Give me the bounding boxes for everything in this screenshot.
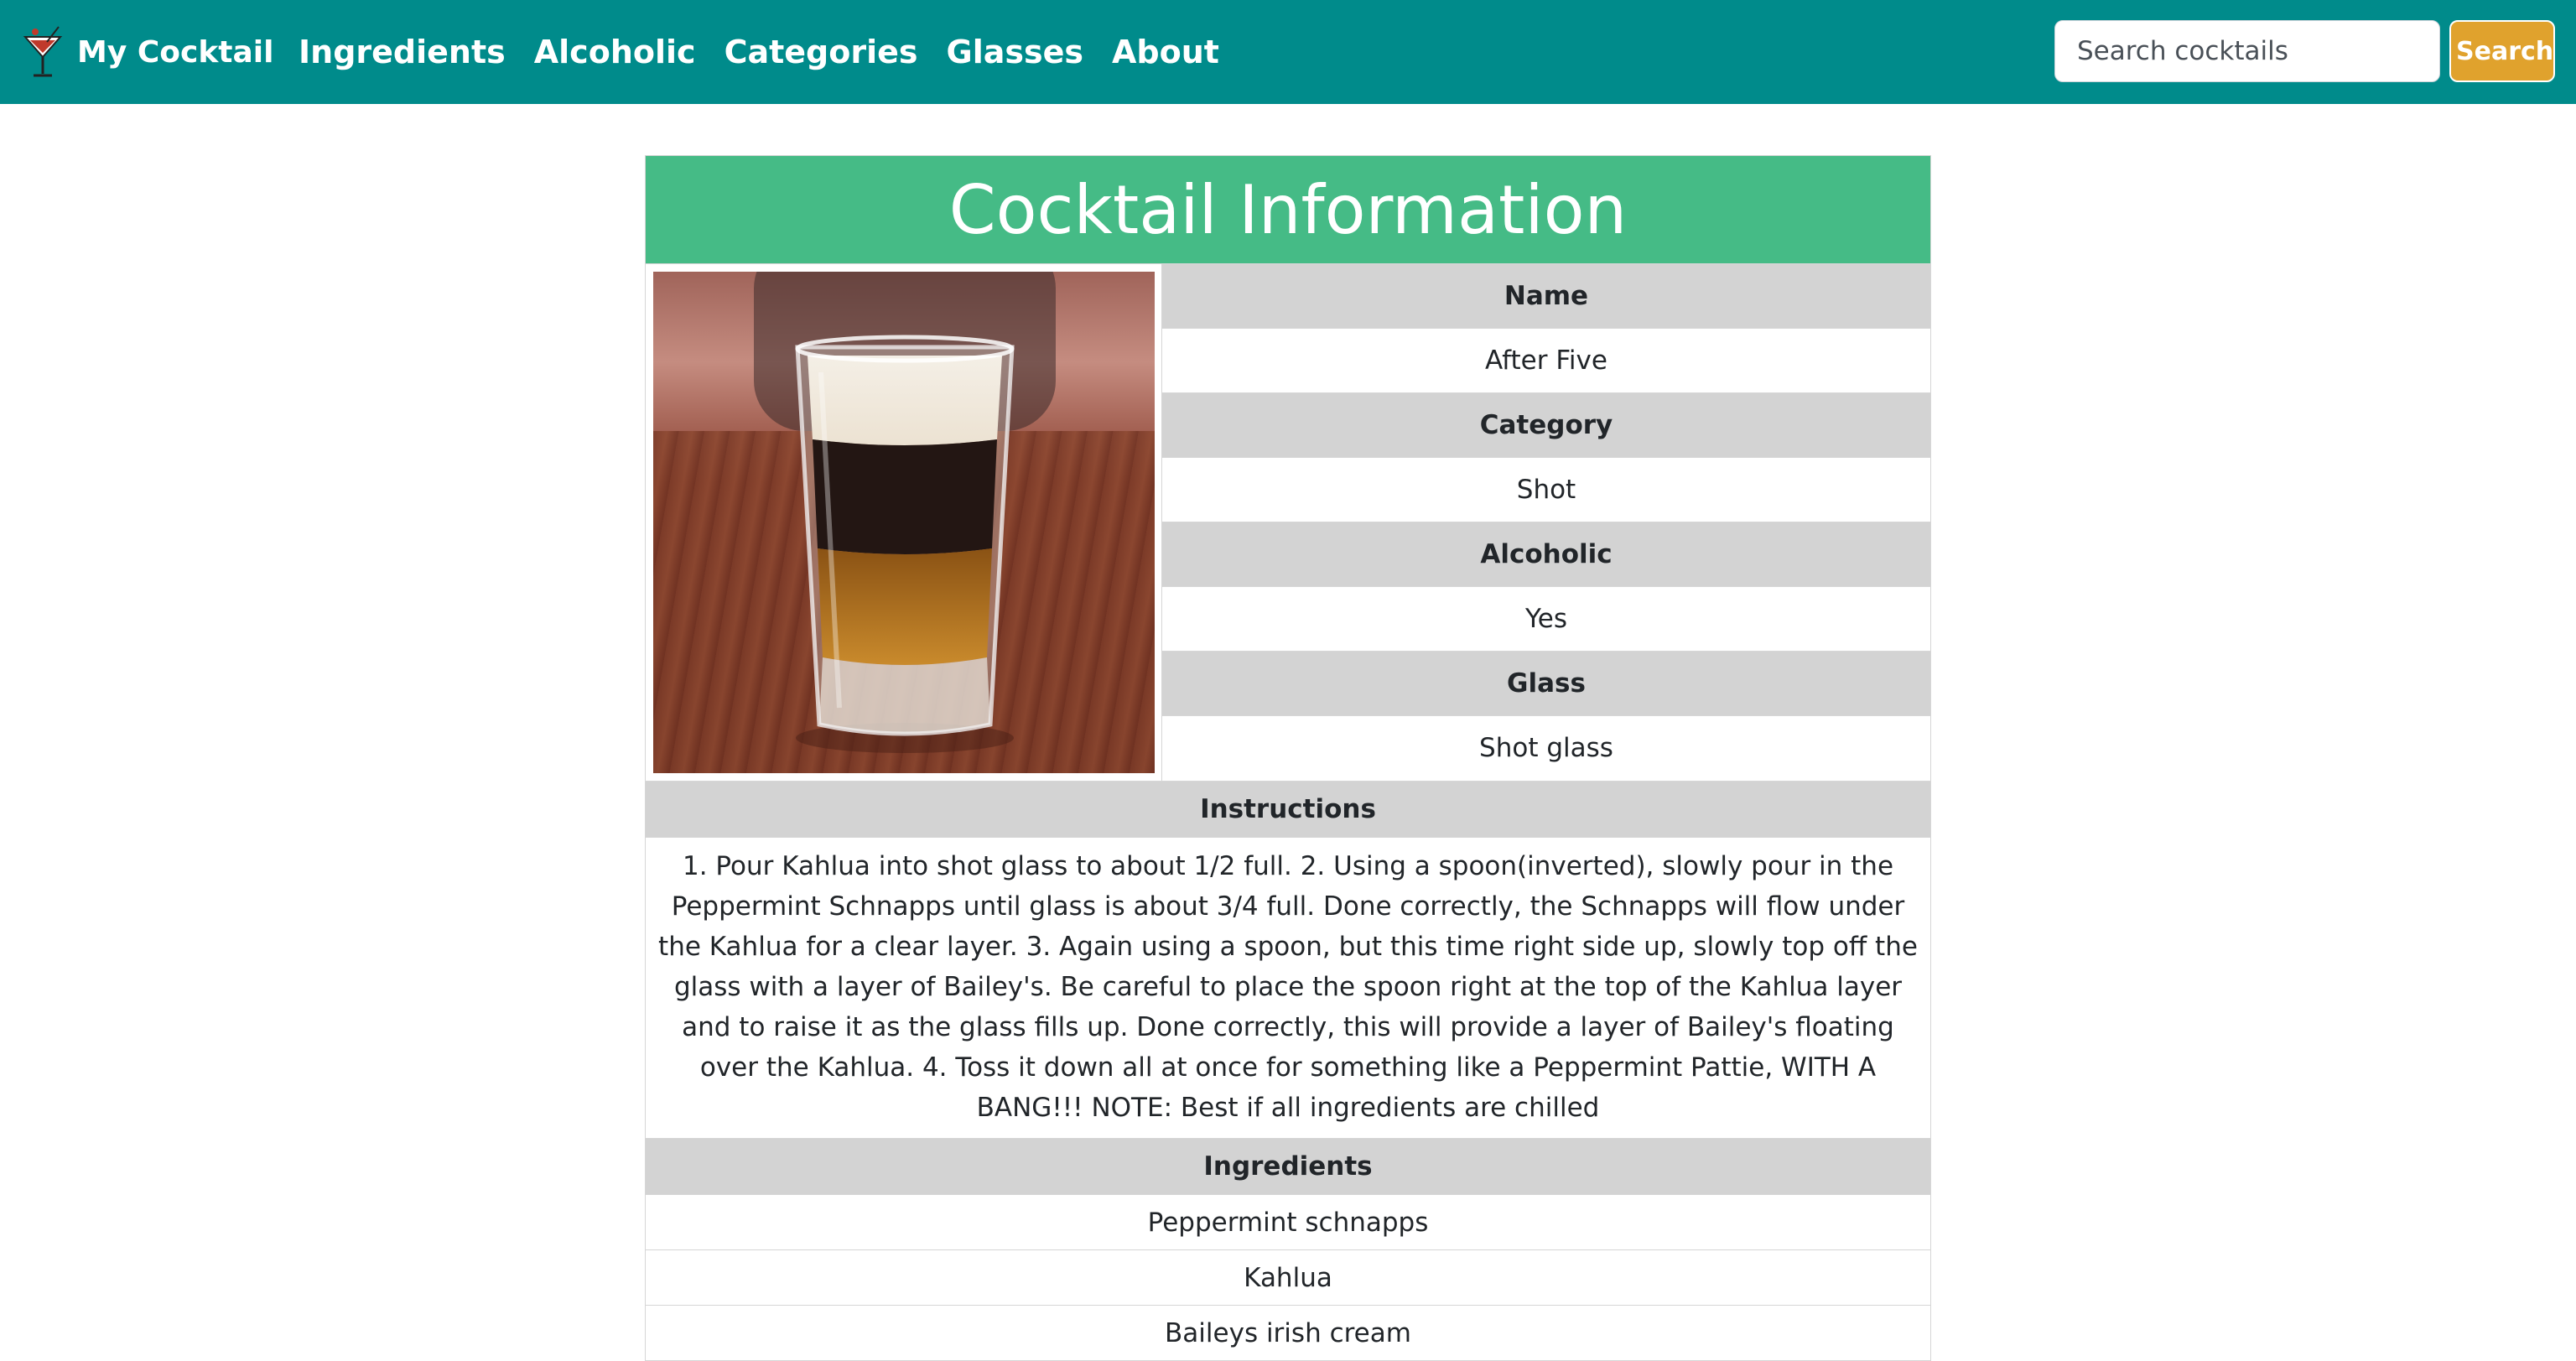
name-label: Name [1162, 264, 1930, 329]
category-label: Category [1162, 393, 1930, 458]
instructions-label: Instructions [646, 781, 1930, 837]
ingredient-item: Peppermint schnapps [646, 1194, 1930, 1249]
ingredient-item: Kahlua [646, 1249, 1930, 1305]
nav-link-glasses[interactable]: Glasses [947, 27, 1084, 77]
navbar: My Cocktail Ingredients Alcoholic Catego… [0, 0, 2576, 104]
instructions-text: 1. Pour Kahlua into shot glass to about … [646, 837, 1930, 1138]
category-value: Shot [1162, 458, 1930, 522]
info-fields: Name After Five Category Shot Alcoholic … [1162, 264, 1930, 781]
glass-label: Glass [1162, 652, 1930, 716]
cocktail-photo [653, 272, 1155, 773]
brand-name: My Cocktail [77, 34, 274, 70]
cocktail-details: Name After Five Category Shot Alcoholic … [646, 263, 1930, 781]
nav-link-ingredients[interactable]: Ingredients [299, 27, 506, 77]
nav-link-categories[interactable]: Categories [724, 27, 918, 77]
nav-links: Ingredients Alcoholic Categories Glasses… [299, 27, 1248, 77]
alcoholic-label: Alcoholic [1162, 522, 1930, 587]
ingredients-label: Ingredients [646, 1138, 1930, 1194]
glass-value: Shot glass [1162, 716, 1930, 780]
card-title: Cocktail Information [646, 156, 1930, 263]
cocktail-card: Cocktail Information Name After Five Cat… [645, 155, 1931, 1361]
cocktail-glass-icon [23, 26, 63, 77]
brand-link[interactable]: My Cocktail [22, 25, 273, 79]
nav-link-about[interactable]: About [1112, 27, 1219, 77]
search-button[interactable]: Search [2449, 20, 2555, 82]
photo-cell [646, 264, 1162, 781]
search-input[interactable] [2054, 20, 2440, 82]
nav-link-alcoholic[interactable]: Alcoholic [534, 27, 696, 77]
alcoholic-value: Yes [1162, 587, 1930, 652]
ingredient-item: Baileys irish cream [646, 1305, 1930, 1360]
name-value: After Five [1162, 329, 1930, 393]
